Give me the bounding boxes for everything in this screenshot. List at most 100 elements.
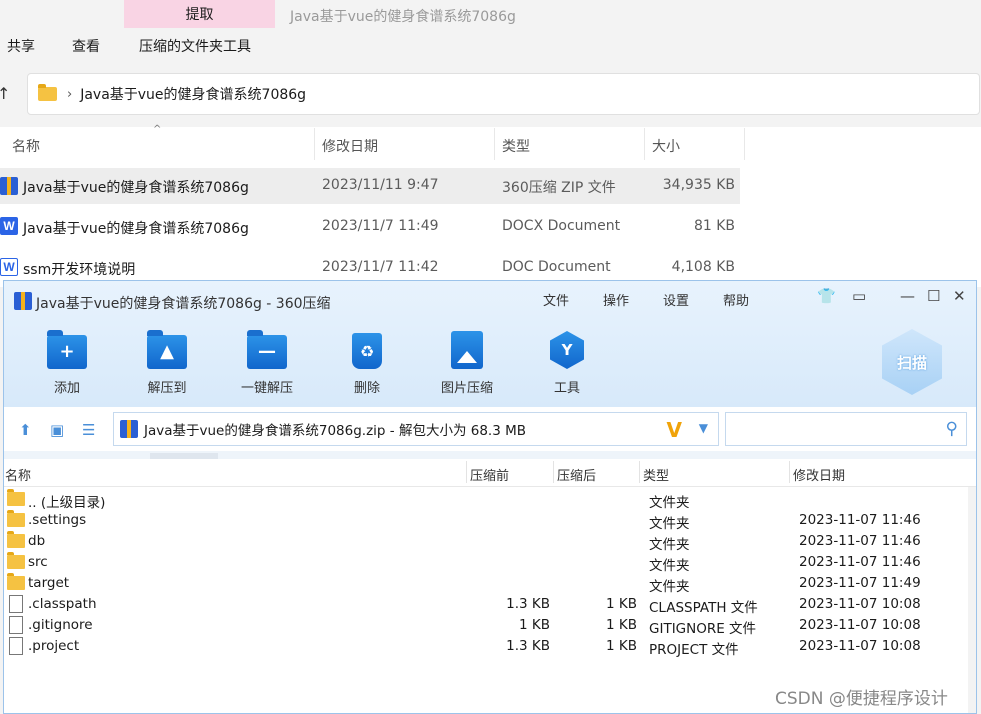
column-divider[interactable] [553, 461, 554, 483]
column-divider[interactable] [744, 128, 745, 160]
up-level-icon[interactable]: ⬆ [19, 421, 32, 439]
column-divider[interactable] [494, 128, 495, 160]
entry-modified: 2023-11-07 11:46 [799, 554, 921, 570]
search-icon[interactable]: ⚲ [946, 419, 958, 439]
file-size: 4,108 KB [671, 259, 735, 275]
explorer-address-bar[interactable]: › Java基于vue的健身食谱系统7086g [27, 73, 980, 115]
extract-to-label: 解压到 [147, 381, 187, 396]
archive-search-input[interactable]: ⚲ [725, 412, 967, 446]
extract-folder-icon: ▲ [147, 330, 187, 369]
column-header-modified[interactable]: 修改日期 [793, 465, 845, 484]
folder-icon [7, 531, 25, 548]
entry-size-after: 1 KB [606, 638, 637, 654]
archive-entry-row[interactable]: .gitignore 1 KB 1 KB GITIGNORE 文件 2023-1… [4, 615, 976, 637]
one-click-extract-icon: — [247, 330, 287, 369]
word-doc-icon: W [0, 258, 18, 276]
entry-size-before: 1.3 KB [506, 596, 550, 612]
entry-modified: 2023-11-07 11:46 [799, 533, 921, 549]
entry-name: .. (上级目录) [28, 495, 106, 511]
thumbnail-view-icon[interactable]: ▣ [50, 421, 64, 439]
maximize-icon[interactable]: ☐ [927, 287, 940, 305]
one-click-extract-button[interactable]: — 一键解压 [227, 330, 307, 401]
column-divider[interactable] [314, 128, 315, 160]
ribbon-tab-view[interactable]: 查看 [72, 36, 100, 56]
v-logo-icon[interactable]: V [667, 418, 682, 442]
archive-entry-row[interactable]: .settings 文件夹 2023-11-07 11:46 [4, 510, 976, 532]
extract-to-button[interactable]: ▲ 解压到 [127, 330, 207, 401]
word-docx-icon: W [0, 217, 18, 235]
image-compress-label: 图片压缩 [440, 381, 493, 396]
archive-path-text: Java基于vue的健身食谱系统7086g.zip - 解包大小为 68.3 M… [144, 423, 526, 439]
entry-type: CLASSPATH 文件 [649, 600, 758, 616]
list-view-icon[interactable]: ☰ [82, 421, 95, 439]
column-header-type[interactable]: 类型 [643, 465, 669, 484]
file-type: 360压缩 ZIP 文件 [502, 180, 616, 196]
chevron-right-icon[interactable]: › [67, 87, 72, 102]
entry-modified: 2023-11-07 11:49 [799, 575, 921, 591]
column-divider[interactable] [644, 128, 645, 160]
ribbon-tab-compressed-folder-tools[interactable]: 压缩的文件夹工具 [139, 36, 251, 56]
folder-icon [7, 573, 25, 590]
image-compress-button[interactable]: 图片压缩 [427, 331, 507, 401]
menu-help[interactable]: 帮助 [723, 290, 749, 309]
entry-modified: 2023-11-07 11:46 [799, 512, 921, 528]
entry-name: src [28, 554, 48, 570]
column-header-size[interactable]: 大小 [652, 136, 680, 156]
column-divider[interactable] [639, 461, 640, 483]
ribbon-tab-share[interactable]: 共享 [7, 36, 35, 56]
recycle-bin-icon: ♻ [352, 333, 382, 369]
column-header-before[interactable]: 压缩前 [470, 465, 509, 484]
add-button[interactable]: + 添加 [27, 330, 107, 401]
archive-entry-row[interactable]: target 文件夹 2023-11-07 11:49 [4, 573, 976, 595]
one-click-extract-label: 一键解压 [240, 381, 293, 396]
file-modified: 2023/11/7 11:42 [322, 259, 439, 275]
entry-name: .project [28, 638, 80, 654]
minimize-icon[interactable]: — [900, 287, 915, 305]
entry-size-before: 1 KB [519, 617, 550, 633]
tools-icon: Y [550, 331, 584, 369]
file-row[interactable]: W Java基于vue的健身食谱系统7086g 2023/11/7 11:49 … [0, 209, 740, 245]
column-divider[interactable] [789, 461, 790, 483]
column-header-after[interactable]: 压缩后 [557, 465, 596, 484]
dropdown-arrow-icon[interactable]: ▼ [699, 421, 708, 435]
image-compress-icon [451, 331, 483, 369]
entry-name: .gitignore [28, 617, 93, 633]
vertical-scrollbar[interactable] [968, 487, 976, 713]
menu-file[interactable]: 文件 [543, 290, 569, 309]
archive-entry-row[interactable]: src 文件夹 2023-11-07 11:46 [4, 552, 976, 574]
menu-operation[interactable]: 操作 [603, 290, 629, 309]
delete-button[interactable]: ♻ 删除 [327, 331, 407, 401]
menu-settings[interactable]: 设置 [663, 290, 689, 309]
column-header-modified[interactable]: 修改日期 [322, 136, 378, 156]
csdn-watermark: CSDN @便捷程序设计 [775, 689, 948, 709]
entry-type: 文件夹 [649, 516, 690, 532]
zip-archive-window: Java基于vue的健身食谱系统7086g - 360压缩 文件 操作 设置 帮… [3, 280, 977, 714]
column-divider[interactable] [466, 461, 467, 483]
archive-entry-row[interactable]: db 文件夹 2023-11-07 11:46 [4, 531, 976, 553]
file-name: Java基于vue的健身食谱系统7086g [23, 221, 249, 237]
archive-entry-row[interactable]: .classpath 1.3 KB 1 KB CLASSPATH 文件 2023… [4, 594, 976, 616]
file-type: DOC Document [502, 259, 611, 275]
column-header-name[interactable]: 名称 [12, 136, 40, 156]
file-icon [9, 595, 23, 613]
column-header-type[interactable]: 类型 [502, 136, 530, 156]
close-icon[interactable]: ✕ [953, 287, 966, 305]
skin-icon[interactable]: 👕 [817, 287, 836, 305]
file-name: ssm开发环境说明 [23, 262, 136, 278]
file-icon [9, 616, 23, 634]
file-row[interactable]: Java基于vue的健身食谱系统7086g 2023/11/11 9:47 36… [0, 168, 740, 204]
entry-modified: 2023-11-07 10:08 [799, 596, 921, 612]
up-arrow-icon[interactable]: ↑ [0, 84, 10, 103]
archive-entry-row[interactable]: .project 1.3 KB 1 KB PROJECT 文件 2023-11-… [4, 636, 976, 658]
entry-size-before: 1.3 KB [506, 638, 550, 654]
column-header-name[interactable]: 名称 [5, 465, 31, 484]
archive-path-bar[interactable]: Java基于vue的健身食谱系统7086g.zip - 解包大小为 68.3 M… [113, 412, 719, 446]
archive-entry-row[interactable]: .. (上级目录) 文件夹 [4, 489, 976, 511]
file-modified: 2023/11/7 11:49 [322, 218, 439, 234]
tools-button[interactable]: Y 工具 [527, 331, 607, 401]
feedback-icon[interactable]: ▭ [852, 287, 866, 305]
folder-icon [7, 510, 25, 527]
folder-icon [7, 489, 25, 506]
file-name: Java基于vue的健身食谱系统7086g [23, 180, 249, 196]
extract-context-tab[interactable]: 提取 [124, 0, 275, 28]
